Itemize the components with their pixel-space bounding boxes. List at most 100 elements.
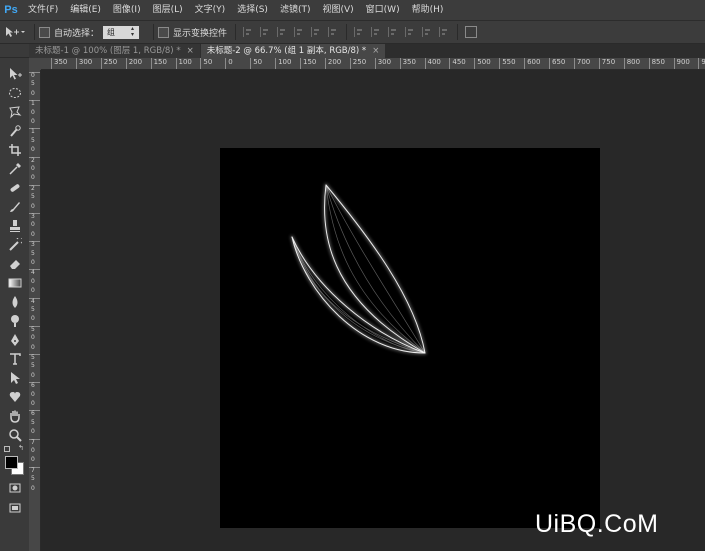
- ruler-tick-label: 0: [31, 315, 35, 323]
- ruler-tick-label: 0: [31, 230, 35, 238]
- history-brush-tool-icon[interactable]: [5, 237, 24, 253]
- ruler-tick-label: 50: [200, 58, 212, 69]
- close-icon[interactable]: ×: [187, 46, 194, 56]
- blur-tool-icon[interactable]: [5, 294, 24, 310]
- move-tool-preset-icon[interactable]: [0, 24, 30, 40]
- ruler-tick-label: 650: [549, 58, 565, 69]
- auto-select-dropdown[interactable]: 组: [103, 25, 140, 39]
- show-transform-label: 显示变换控件: [173, 28, 228, 39]
- foreground-color-swatch[interactable]: [5, 456, 18, 469]
- zoom-tool-icon[interactable]: [5, 427, 24, 443]
- ruler-tick-label: 100: [275, 58, 291, 69]
- gradient-tool-icon[interactable]: [5, 275, 24, 291]
- menu-window[interactable]: 窗口(W): [360, 0, 406, 20]
- quick-mask-icon[interactable]: [5, 480, 24, 496]
- close-icon[interactable]: ×: [372, 46, 379, 56]
- align-left-icon[interactable]: [294, 27, 305, 37]
- tab-title: 未标题-1 @ 100% (图层 1, RGB/8) *: [35, 46, 181, 56]
- tab-document-2[interactable]: 未标题-2 @ 66.7% (组 1 副本, RGB/8) * ×: [200, 44, 386, 58]
- menu-view[interactable]: 视图(V): [316, 0, 359, 20]
- menu-type[interactable]: 文字(Y): [189, 0, 232, 20]
- ruler-tick-label: 900: [673, 58, 690, 69]
- custom-shape-tool-icon[interactable]: [5, 389, 24, 405]
- tab-title: 未标题-2 @ 66.7% (组 1 副本, RGB/8) *: [206, 46, 367, 56]
- ruler-tick-label: 0: [31, 146, 35, 154]
- vertical-ruler[interactable]: 0501001502002503003504004505005506006507…: [29, 70, 41, 551]
- dodge-tool-icon[interactable]: [5, 313, 24, 329]
- ruler-tick-label: 0: [31, 400, 35, 407]
- distribute-hcenter-icon[interactable]: [422, 27, 433, 37]
- ruler-tick-label: 450: [449, 58, 466, 69]
- ruler-tick-label: 0: [31, 428, 35, 436]
- ruler-tick-label: 0: [31, 89, 35, 97]
- distribute-top-icon[interactable]: [354, 27, 365, 37]
- ruler-tick-label: 0: [225, 58, 233, 69]
- auto-select-value: 组: [107, 27, 116, 37]
- swap-colors-icon[interactable]: ↰: [18, 444, 24, 452]
- distribute-vcenter-icon[interactable]: [371, 27, 382, 37]
- hand-tool-icon[interactable]: [5, 408, 24, 424]
- default-colors-icon[interactable]: [4, 446, 10, 452]
- menu-layer[interactable]: 图层(L): [147, 0, 189, 20]
- align-bottom-icon[interactable]: [277, 27, 288, 37]
- ruler-tick-label: 700: [573, 58, 590, 69]
- ruler-tick-label: 550: [499, 58, 516, 69]
- petal-wing-artwork: [290, 183, 427, 355]
- align-hcenter-icon[interactable]: [311, 27, 322, 37]
- ruler-tick-label: 750: [598, 58, 615, 69]
- distribute-right-icon[interactable]: [439, 27, 450, 37]
- ruler-tick-label: 250: [100, 58, 117, 69]
- ruler-tick-label: 100: [175, 58, 192, 69]
- show-transform-checkbox[interactable]: [158, 26, 170, 38]
- distribute-bottom-icon[interactable]: [388, 27, 399, 37]
- align-top-icon[interactable]: [243, 27, 254, 37]
- marquee-tool-icon[interactable]: [5, 85, 24, 101]
- ruler-tick-label: 350: [399, 58, 416, 69]
- screen-mode-icon[interactable]: [5, 500, 24, 516]
- lasso-tool-icon[interactable]: [5, 104, 24, 120]
- document-canvas[interactable]: [220, 148, 600, 528]
- brush-tool-icon[interactable]: [5, 199, 24, 215]
- menu-filter[interactable]: 滤镜(T): [274, 0, 317, 20]
- menu-help[interactable]: 帮助(H): [406, 0, 450, 20]
- ruler-tick-label: 0: [31, 287, 35, 295]
- toolbar-grip[interactable]: [0, 44, 29, 58]
- menu-file[interactable]: 文件(F): [22, 0, 64, 20]
- ruler-tick-label: 850: [648, 58, 665, 69]
- ruler-tick-label: 300: [374, 58, 391, 69]
- clone-stamp-tool-icon[interactable]: [5, 218, 24, 234]
- ruler-tick-label: 350: [51, 58, 67, 69]
- auto-align-layers-icon[interactable]: [465, 26, 478, 38]
- ruler-tick-label: 0: [31, 456, 35, 464]
- crop-tool-icon[interactable]: [5, 142, 24, 158]
- auto-select-checkbox[interactable]: [39, 26, 50, 38]
- menu-select[interactable]: 选择(S): [231, 0, 274, 20]
- quick-selection-tool-icon[interactable]: [5, 123, 24, 139]
- menu-image[interactable]: 图像(I): [107, 0, 147, 20]
- ruler-tick-label: 0: [31, 484, 35, 492]
- ruler-tick-label: 200: [125, 58, 142, 69]
- separator: [153, 24, 155, 40]
- move-tool-icon[interactable]: [5, 66, 24, 82]
- align-right-icon[interactable]: [328, 27, 339, 37]
- ruler-tick-label: 95: [698, 58, 705, 69]
- path-selection-tool-icon[interactable]: [5, 370, 24, 386]
- ruler-tick-label: 0: [31, 202, 35, 210]
- distribute-left-icon[interactable]: [405, 27, 416, 37]
- menu-edit[interactable]: 编辑(E): [64, 0, 107, 20]
- ruler-tick-label: 0: [31, 118, 35, 125]
- ruler-tick-label: 50: [250, 58, 262, 69]
- eraser-tool-icon[interactable]: [5, 256, 24, 272]
- ruler-tick-label: 0: [31, 259, 35, 266]
- watermark-text: UiBQ.CoM: [535, 510, 659, 538]
- ruler-origin[interactable]: [29, 58, 41, 70]
- horizontal-ruler[interactable]: 350 300 250 200 150 100 50 0 50 100 150 200 250 300 35…: [41, 58, 705, 70]
- healing-brush-tool-icon[interactable]: [5, 180, 24, 196]
- tab-document-1[interactable]: 未标题-1 @ 100% (图层 1, RGB/8) * ×: [29, 44, 200, 58]
- type-tool-icon[interactable]: [5, 351, 24, 367]
- align-vcenter-icon[interactable]: [260, 27, 271, 37]
- eyedropper-tool-icon[interactable]: [5, 161, 24, 177]
- ruler-tick-label: 150: [300, 58, 316, 69]
- pen-tool-icon[interactable]: [5, 332, 24, 348]
- tools-panel: ↰: [0, 58, 30, 551]
